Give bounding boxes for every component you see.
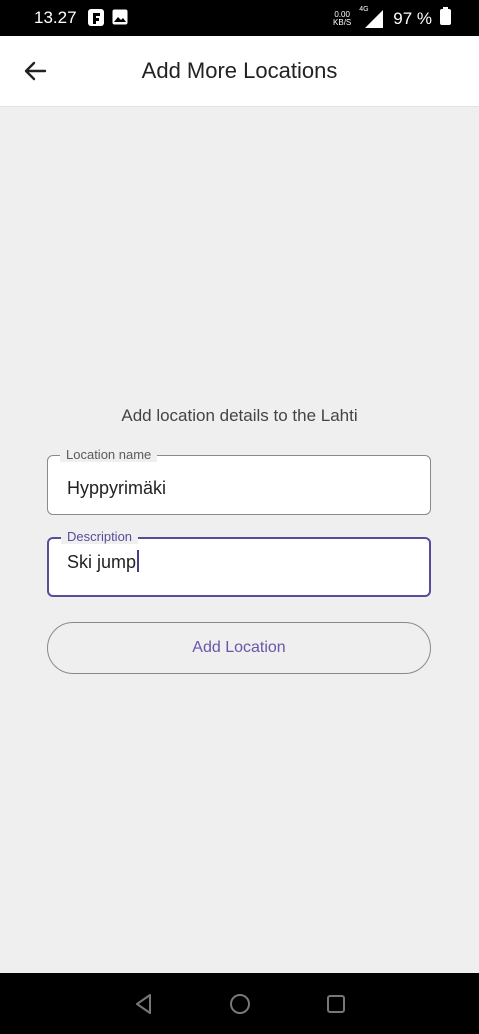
text-caret — [137, 550, 140, 572]
signal-icon: 4G — [359, 6, 385, 29]
net-speed-indicator: 0.00 KB/S — [333, 9, 352, 27]
description-label: Description — [61, 529, 139, 544]
add-location-button[interactable]: Add Location — [47, 622, 431, 674]
square-recents-icon — [327, 995, 345, 1013]
battery-icon — [440, 7, 451, 30]
nav-recents-button[interactable] — [323, 991, 349, 1017]
status-bar: 13.27 0.00 KB/S 4G 97 % — [0, 0, 479, 36]
nav-back-button[interactable] — [131, 991, 157, 1017]
description-field[interactable]: Description Ski jump — [47, 529, 431, 597]
nav-home-button[interactable] — [227, 991, 253, 1017]
circle-home-icon — [230, 994, 250, 1014]
description-value: Ski jump — [67, 552, 137, 572]
gallery-notification-icon — [112, 9, 128, 30]
location-name-value: Hyppyrimäki — [67, 478, 167, 498]
form-prompt: Add location details to the Lahti — [121, 406, 358, 425]
description-value-wrap: Ski jump — [67, 550, 140, 573]
location-name-label: Location name — [60, 447, 158, 462]
page-title: Add More Locations — [141, 58, 338, 83]
app-notification-icon — [88, 9, 104, 31]
battery-percent: 97 % — [393, 8, 432, 28]
system-nav-bar — [0, 973, 479, 1034]
triangle-back-icon — [136, 994, 151, 1014]
location-name-field[interactable]: Location name Hyppyrimäki — [47, 447, 431, 515]
status-time: 13.27 — [34, 8, 77, 27]
app-bar: Add More Locations — [0, 36, 479, 107]
